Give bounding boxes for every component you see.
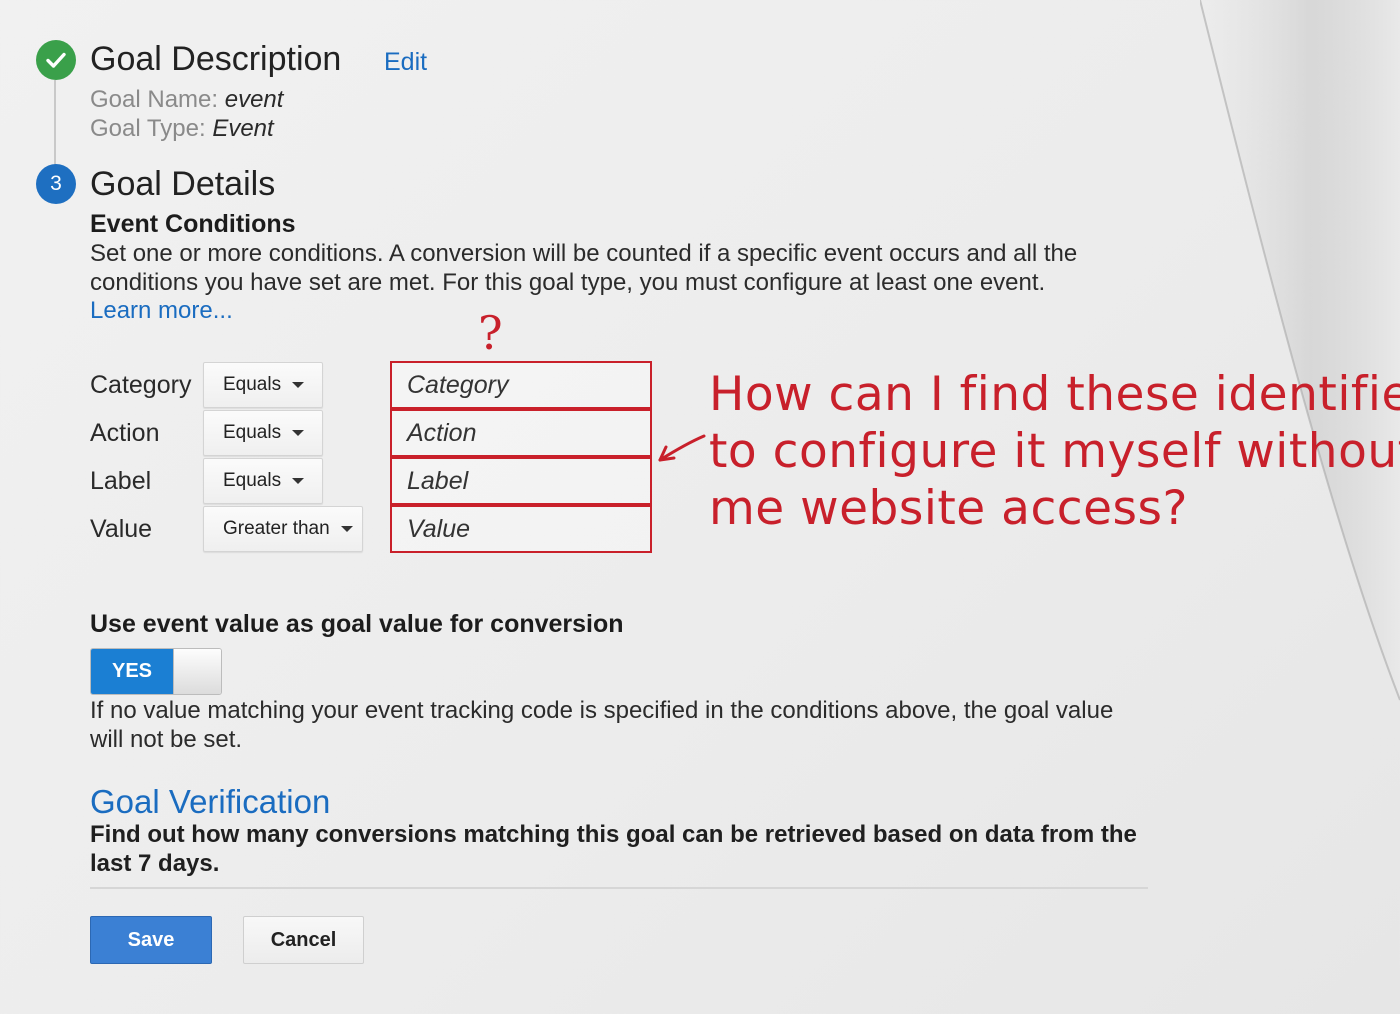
goal-type-line: Goal Type: Event (90, 115, 274, 143)
verification-line: Find out how many conversions matching t… (90, 821, 1137, 848)
annotation-line: to configure it myself without (709, 424, 1400, 479)
step-connector-line (54, 80, 56, 166)
event-value-title: Use event value as goal value for conver… (90, 610, 624, 638)
toggle-knob (173, 649, 221, 694)
toggle-yes-label: YES (91, 649, 173, 694)
value-label: Value (90, 515, 153, 543)
goal-verification-text: Find out how many conversions matching t… (90, 820, 1137, 878)
learn-more-link[interactable]: Learn more... (90, 297, 233, 325)
goal-name-line: Goal Name: event (90, 86, 283, 114)
category-input[interactable]: Category (390, 361, 652, 409)
annotation-note: How can I find these identifiers to conf… (709, 366, 1400, 537)
divider (90, 887, 1148, 889)
goal-type-value: Event (212, 115, 274, 142)
annotation-line: me website access? (709, 481, 1188, 536)
save-button[interactable]: Save (90, 916, 212, 964)
description-line: Set one or more conditions. A conversion… (90, 240, 1078, 267)
step-number-badge: 3 (36, 164, 76, 204)
event-value-note: If no value matching your event tracking… (90, 696, 1113, 754)
category-label: Category (90, 371, 192, 399)
category-operator-value: Equals (223, 374, 282, 395)
value-operator-value: Greater than (223, 518, 330, 539)
cancel-button[interactable]: Cancel (243, 916, 364, 964)
action-operator-value: Equals (223, 422, 282, 443)
label-operator-dropdown[interactable]: Equals (203, 458, 323, 504)
chevron-down-icon (292, 478, 305, 484)
label-input[interactable]: Label (390, 457, 652, 505)
annotation-question-mark: ? (478, 306, 503, 360)
chevron-down-icon (340, 526, 353, 532)
step-complete-check-icon (36, 40, 76, 80)
description-line: conditions you have set are met. For thi… (90, 269, 1046, 296)
event-conditions-title: Event Conditions (90, 210, 296, 238)
category-operator-dropdown[interactable]: Equals (203, 362, 323, 408)
goal-description-title: Goal Description (90, 40, 342, 78)
label-label: Label (90, 467, 152, 495)
action-label: Action (90, 419, 160, 447)
chevron-down-icon (292, 430, 305, 436)
annotation-line: How can I find these identifiers (709, 367, 1400, 422)
event-value-toggle[interactable]: YES (90, 648, 222, 695)
action-input[interactable]: Action (390, 409, 652, 457)
verification-line: last 7 days. (90, 850, 220, 877)
annotation-arrow-icon (658, 434, 706, 462)
value-operator-dropdown[interactable]: Greater than (203, 506, 363, 552)
event-conditions-description: Set one or more conditions. A conversion… (90, 239, 1077, 297)
action-operator-dropdown[interactable]: Equals (203, 410, 323, 456)
edit-link[interactable]: Edit (384, 48, 427, 77)
note-line: will not be set. (90, 726, 243, 753)
goal-name-value: event (224, 86, 284, 113)
value-input[interactable]: Value (390, 505, 652, 553)
goal-type-label: Goal Type: (90, 115, 206, 142)
goal-verification-link[interactable]: Goal Verification (90, 783, 330, 821)
chevron-down-icon (292, 382, 305, 388)
note-line: If no value matching your event tracking… (90, 697, 1114, 724)
goal-details-title: Goal Details (90, 165, 276, 203)
label-operator-value: Equals (223, 470, 282, 491)
goal-name-label: Goal Name: (90, 86, 219, 113)
